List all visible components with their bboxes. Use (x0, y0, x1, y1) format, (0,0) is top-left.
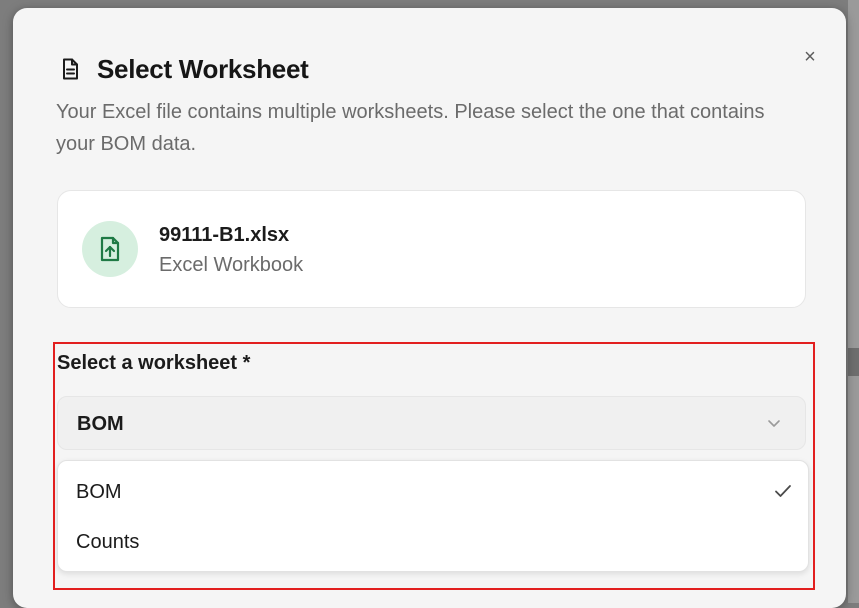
highlight-box (53, 342, 815, 590)
file-type: Excel Workbook (159, 254, 304, 276)
file-icon-badge (82, 221, 138, 277)
backdrop (848, 0, 859, 603)
close-button[interactable]: × (798, 45, 822, 69)
close-icon: × (804, 46, 816, 68)
file-upload-icon (98, 236, 122, 262)
document-icon (58, 57, 82, 81)
dialog-header: Select Worksheet (58, 52, 309, 86)
dialog-description: Your Excel file contains multiple worksh… (56, 101, 765, 155)
file-card: 99111-B1.xlsx Excel Workbook (57, 190, 806, 308)
backdrop-edge (848, 348, 859, 376)
dialog-title: Select Worksheet (97, 53, 309, 84)
file-name: 99111-B1.xlsx (159, 224, 290, 246)
